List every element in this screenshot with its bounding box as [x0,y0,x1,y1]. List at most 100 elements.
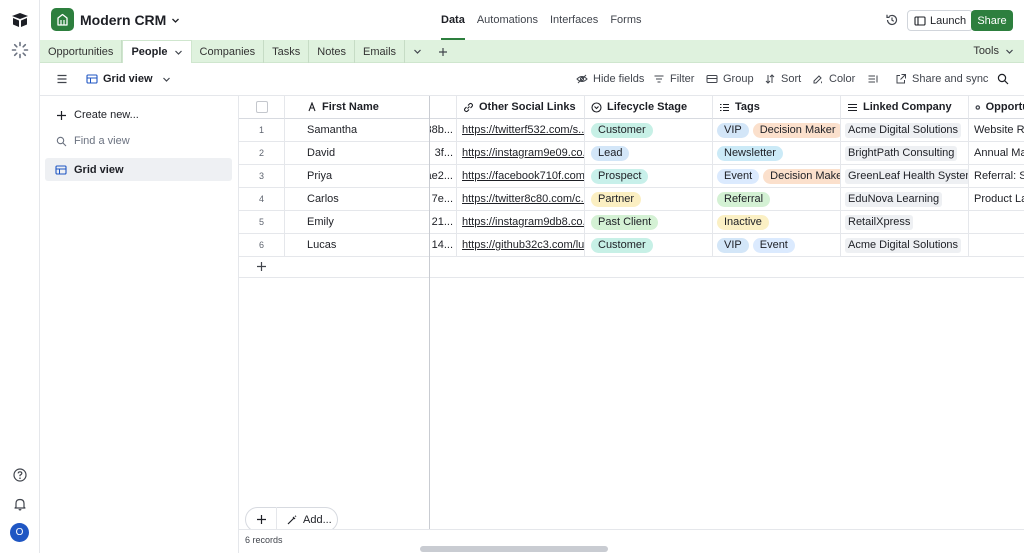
social-cell[interactable]: 14... [430,234,457,256]
nav-data[interactable]: Data [441,0,465,40]
tags-cell[interactable]: Referral [713,188,841,210]
add-with-ai-button[interactable]: Add... [277,514,332,526]
find-view-input[interactable]: Find a view [56,135,130,147]
first-name-cell[interactable]: Samantha [285,119,430,141]
add-record-row[interactable] [239,256,1024,278]
column-header-first-name[interactable]: First Name [285,96,430,119]
column-header-tags[interactable]: Tags [713,96,841,119]
social-cell[interactable]: ae2... [430,165,457,187]
share-button[interactable]: Share [971,10,1013,31]
lifecycle-stage-cell[interactable]: Customer [585,234,713,256]
column-header-opportunity[interactable]: Opportu [969,96,1024,119]
linked-company-cell[interactable]: BrightPath Consulting [841,142,969,164]
table-tab-people[interactable]: People [122,39,192,64]
lifecycle-stage-cell[interactable]: Lead [585,142,713,164]
linked-company-cell[interactable]: EduNova Learning [841,188,969,210]
search-icon[interactable] [997,73,1009,85]
table-row[interactable]: 1 Samantha 88b... https://twitterf532.com/s… [239,119,1024,142]
base-name-dropdown[interactable]: Modern CRM [80,12,180,28]
tags-cell[interactable]: VIP Decision Maker [713,119,841,141]
column-header-other-social-links[interactable]: Other Social Links [457,96,585,119]
lifecycle-stage-cell[interactable]: Customer [585,119,713,141]
opportunity-cell[interactable]: Product Lau [969,188,1024,210]
history-icon[interactable] [885,13,899,27]
social-link[interactable]: https://instagram9db8.co... [462,216,584,228]
social-link[interactable]: https://instagram9e09.co... [462,147,584,159]
user-avatar[interactable]: O [10,523,29,542]
logo-icon[interactable] [10,10,30,30]
table-row[interactable]: 6 Lucas 14... https://github32c3.com/lu... C… [239,234,1024,257]
row-height-icon[interactable] [867,73,879,85]
first-name-cell[interactable]: Lucas [285,234,430,256]
help-icon[interactable] [10,465,30,485]
other-social-links-cell[interactable]: https://github32c3.com/lu... [457,234,585,256]
opportunity-cell[interactable] [969,211,1024,233]
table-tab-emails[interactable]: Emails [355,40,406,63]
social-link[interactable]: https://twitter8c80.com/c... [462,193,584,205]
sidebar-toggle-icon[interactable] [56,73,68,85]
other-social-links-cell[interactable]: https://instagram9db8.co... [457,211,585,233]
first-name-cell[interactable]: Carlos [285,188,430,210]
table-tab-tasks[interactable]: Tasks [264,40,310,63]
all-tables-chevron-icon[interactable] [405,40,430,63]
row-number-cell[interactable]: 4 [239,188,285,210]
column-header-social[interactable] [430,96,457,119]
tags-cell[interactable]: Newsletter [713,142,841,164]
tags-cell[interactable]: VIP Event [713,234,841,256]
table-tab-opportunities[interactable]: Opportunities [40,40,123,63]
launch-button[interactable]: Launch [907,10,974,31]
filter-button[interactable]: Filter [653,73,694,85]
first-name-cell[interactable]: David [285,142,430,164]
select-all-cell[interactable] [239,96,285,119]
base-icon[interactable] [51,8,74,31]
tags-cell[interactable]: Inactive [713,211,841,233]
social-cell[interactable]: 3f... [430,142,457,164]
table-tab-companies[interactable]: Companies [192,40,265,63]
color-button[interactable]: Color [812,73,855,85]
nav-forms[interactable]: Forms [610,0,641,40]
first-name-cell[interactable]: Priya [285,165,430,187]
view-switcher[interactable]: Grid view [86,73,171,85]
opportunity-cell[interactable] [969,234,1024,256]
opportunity-cell[interactable]: Annual Mark [969,142,1024,164]
linked-company-cell[interactable]: RetailXpress [841,211,969,233]
first-name-cell[interactable]: Emily [285,211,430,233]
select-all-checkbox[interactable] [255,101,268,113]
social-cell[interactable]: 21... [430,211,457,233]
social-cell[interactable]: 7e... [430,188,457,210]
share-sync-button[interactable]: Share and sync [895,73,988,85]
table-row[interactable]: 4 Carlos 7e... https://twitter8c80.com/c...… [239,188,1024,211]
horizontal-scrollbar[interactable] [420,546,608,552]
tools-dropdown[interactable]: Tools [973,45,1014,57]
opportunity-cell[interactable]: Website Red [969,119,1024,141]
social-cell[interactable]: 88b... [430,119,457,141]
other-social-links-cell[interactable]: https://facebook710f.com... [457,165,585,187]
row-number-cell[interactable]: 3 [239,165,285,187]
table-row[interactable]: 2 David 3f... https://instagram9e09.co... Le… [239,142,1024,165]
opportunity-cell[interactable]: Referral: So [969,165,1024,187]
notifications-bell-icon[interactable] [10,494,30,514]
row-number-cell[interactable]: 2 [239,142,285,164]
nav-automations[interactable]: Automations [477,0,538,40]
lifecycle-stage-cell[interactable]: Past Client [585,211,713,233]
linked-company-cell[interactable]: Acme Digital Solutions [841,119,969,141]
social-link[interactable]: https://twitterf532.com/s... [462,124,584,136]
column-header-linked-company[interactable]: Linked Company [841,96,969,119]
social-link[interactable]: https://facebook710f.com... [462,170,584,182]
tags-cell[interactable]: Event Decision Maker [713,165,841,187]
other-social-links-cell[interactable]: https://twitterf532.com/s... [457,119,585,141]
lifecycle-stage-cell[interactable]: Prospect [585,165,713,187]
linked-company-cell[interactable]: Acme Digital Solutions [841,234,969,256]
table-tab-notes[interactable]: Notes [309,40,356,63]
row-number-cell[interactable]: 1 [239,119,285,141]
other-social-links-cell[interactable]: https://twitter8c80.com/c... [457,188,585,210]
lifecycle-stage-cell[interactable]: Partner [585,188,713,210]
hide-fields-button[interactable]: Hide fields [576,73,644,85]
social-link[interactable]: https://github32c3.com/lu... [462,239,584,251]
table-row[interactable]: 5 Emily 21... https://instagram9db8.co... Pa… [239,211,1024,234]
add-table-icon[interactable] [430,40,456,63]
nav-interfaces[interactable]: Interfaces [550,0,598,40]
row-number-cell[interactable]: 5 [239,211,285,233]
linked-company-cell[interactable]: GreenLeaf Health Systems [841,165,969,187]
sidebar-view-grid[interactable]: Grid view [45,158,232,181]
